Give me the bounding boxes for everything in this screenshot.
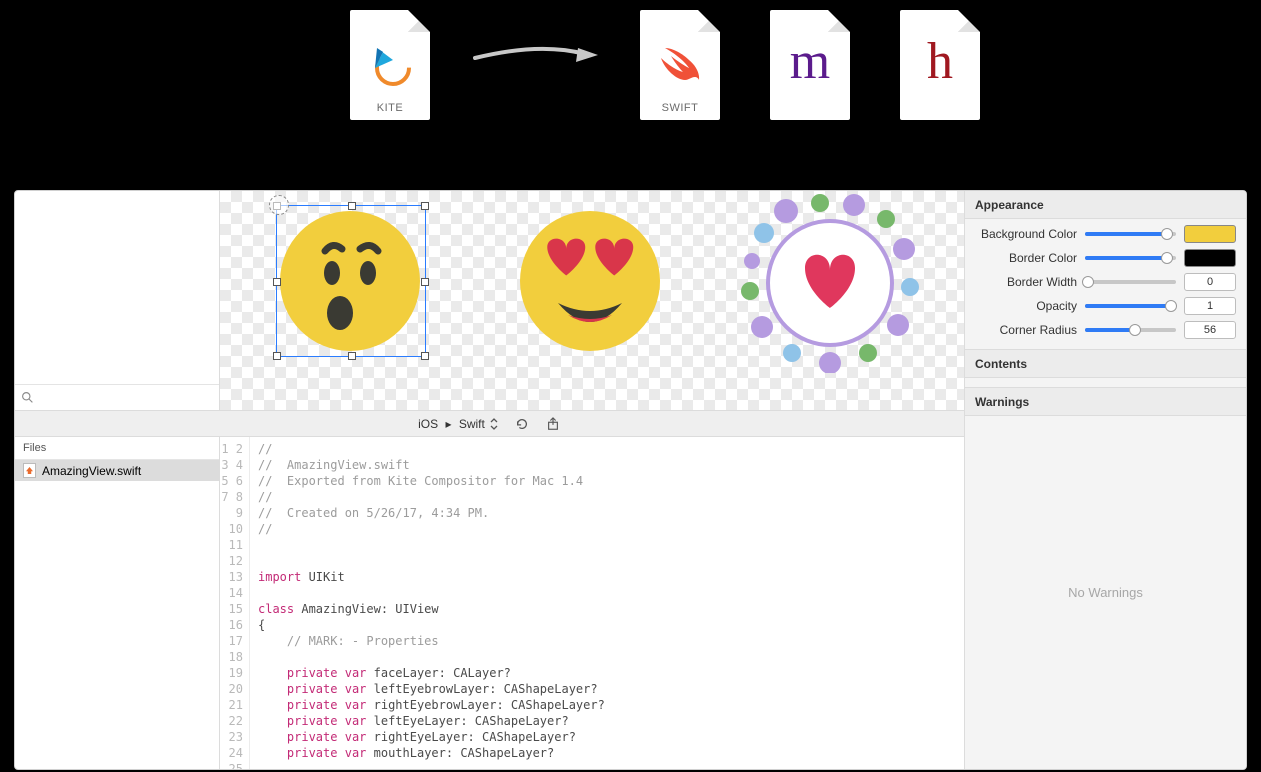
- search-bar[interactable]: [15, 384, 219, 410]
- file-icon-swift: SWIFT: [640, 10, 720, 120]
- file-row[interactable]: AmazingView.swift: [15, 460, 219, 481]
- files-panel: Files AmazingView.swift: [15, 437, 220, 769]
- border-width-slider[interactable]: [1085, 280, 1176, 284]
- inspector-section-title: Contents: [965, 350, 1246, 378]
- selection-handle[interactable]: [348, 202, 356, 210]
- emoji-heart-eyes[interactable]: [520, 211, 660, 351]
- left-panel-top: [15, 191, 220, 411]
- inspector-section-title: Appearance: [965, 191, 1246, 219]
- hero-black-area: KITE SWIFT m h: [0, 0, 1261, 180]
- code-content: // // AmazingView.swift // Exported from…: [250, 437, 964, 769]
- corner-radius-label: Corner Radius: [975, 323, 1077, 337]
- border-color-slider[interactable]: [1085, 256, 1176, 260]
- opacity-slider[interactable]: [1085, 304, 1176, 308]
- file-icon-m: m: [770, 10, 850, 120]
- app-window: Appearance Background Color Border Color…: [14, 190, 1247, 770]
- kite-logo-icon: [350, 10, 430, 120]
- export-toolbar: iOS ▸ Swift: [15, 411, 964, 437]
- selection-handle[interactable]: [348, 352, 356, 360]
- border-width-label: Border Width: [975, 275, 1077, 289]
- h-glyph-icon: h: [900, 10, 980, 120]
- swift-logo-icon: [640, 10, 720, 120]
- swift-file-icon: [23, 463, 36, 478]
- chevron-updown-icon: [489, 418, 499, 430]
- bg-color-swatch[interactable]: [1184, 225, 1236, 243]
- flow-arrow-icon: [470, 40, 610, 70]
- bg-color-label: Background Color: [975, 227, 1077, 241]
- selection-handle[interactable]: [273, 278, 281, 286]
- file-icon-kite: KITE: [350, 10, 430, 120]
- rotation-handle[interactable]: [269, 195, 289, 215]
- canvas[interactable]: [220, 191, 964, 411]
- m-glyph-icon: m: [770, 10, 850, 120]
- selection-handle[interactable]: [273, 352, 281, 360]
- share-button[interactable]: [546, 416, 561, 431]
- corner-radius-value[interactable]: 56: [1184, 321, 1236, 339]
- border-color-label: Border Color: [975, 251, 1077, 265]
- bg-color-slider[interactable]: [1085, 232, 1176, 236]
- selection-handle[interactable]: [421, 202, 429, 210]
- search-icon: [21, 391, 34, 404]
- warnings-empty-state: No Warnings: [965, 416, 1246, 769]
- opacity-value[interactable]: 1: [1184, 297, 1236, 315]
- file-name: AmazingView.swift: [42, 464, 141, 478]
- corner-radius-slider[interactable]: [1085, 328, 1176, 332]
- file-icon-h: h: [900, 10, 980, 120]
- export-target-select[interactable]: iOS ▸ Swift: [418, 417, 499, 431]
- refresh-button[interactable]: [515, 416, 530, 431]
- line-gutter: 1 2 3 4 5 6 7 8 9 10 11 12 13 14 15 16 1…: [220, 437, 250, 769]
- border-width-value[interactable]: 0: [1184, 273, 1236, 291]
- border-color-swatch[interactable]: [1184, 249, 1236, 267]
- inspector-panel: Appearance Background Color Border Color…: [964, 191, 1246, 769]
- selection-handle[interactable]: [421, 278, 429, 286]
- selection-handle[interactable]: [421, 352, 429, 360]
- files-header: Files: [15, 437, 219, 460]
- selection-box[interactable]: [276, 205, 426, 357]
- inspector-section-title: Warnings: [965, 388, 1246, 416]
- opacity-label: Opacity: [975, 299, 1077, 313]
- emoji-heart-bubble[interactable]: [740, 193, 920, 373]
- code-editor[interactable]: 1 2 3 4 5 6 7 8 9 10 11 12 13 14 15 16 1…: [220, 437, 964, 769]
